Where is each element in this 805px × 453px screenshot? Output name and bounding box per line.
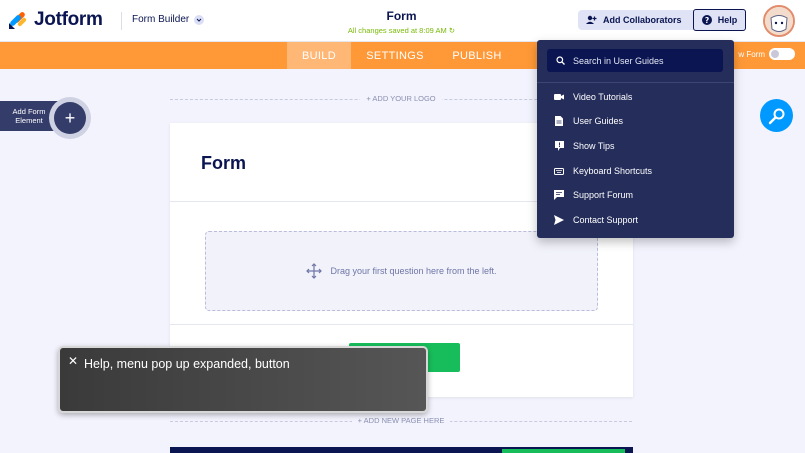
avatar[interactable] [763,5,795,37]
add-user-icon [586,15,597,24]
help-menu: Video Tutorials User Guides Show Tips Ke… [537,40,734,238]
form-builder-label: Form Builder [132,14,190,25]
logo-text: Jotform [34,9,103,30]
preview-label: w Form [738,49,765,59]
send-icon [554,215,564,225]
search-icon [556,56,565,65]
help-item-show-tips[interactable]: Show Tips [554,137,615,155]
help-search-input[interactable] [573,55,713,66]
move-icon [306,263,323,279]
form-title-area: Form All changes saved at 8:09 AM ↻ [300,9,503,35]
question-dropzone[interactable]: Drag your first question here from the l… [205,231,598,311]
ai-assistant-button[interactable] [760,99,793,132]
video-icon [554,92,564,102]
tab-publish[interactable]: PUBLISH [440,42,514,69]
tab-settings[interactable]: SETTINGS [356,42,434,69]
tip-icon [554,141,564,151]
help-item-support-forum[interactable]: Support Forum [554,186,633,204]
chat-icon [554,190,564,200]
add-collaborators-button[interactable]: Add Collaborators [578,10,711,30]
help-search-box[interactable] [547,49,723,72]
help-item-user-guides[interactable]: User Guides [554,112,623,130]
avatar-icon [765,7,793,35]
refresh-icon: ↻ [448,26,456,35]
document-icon [554,116,564,126]
add-collaborators-label: Add Collaborators [603,15,682,25]
jotform-logo-icon [9,12,27,29]
form-builder-dropdown[interactable]: Form Builder [132,14,205,25]
add-new-page-link[interactable]: + ADD NEW PAGE HERE [170,416,632,425]
help-item-keyboard-shortcuts[interactable]: Keyboard Shortcuts [554,162,652,180]
question-icon: ? [701,15,712,25]
tab-build[interactable]: BUILD [287,42,351,69]
top-bar: Jotform Form Builder Form All changes sa… [0,0,805,42]
plus-icon: + [54,102,86,134]
help-item-video-tutorials[interactable]: Video Tutorials [554,88,632,106]
save-status: All changes saved at 8:09 AM ↻ [347,26,456,35]
help-label: Help [717,15,738,25]
jotform-logo[interactable]: Jotform [8,9,103,31]
assistant-icon [768,108,784,124]
chevron-down-icon [194,14,205,25]
close-icon[interactable]: ✕ [68,354,78,368]
card-divider-2 [170,324,633,325]
help-menu-divider [537,82,734,83]
help-item-contact-support[interactable]: Contact Support [554,211,638,229]
preview-toggle-switch[interactable] [769,48,795,60]
svg-text:?: ? [705,16,709,25]
add-page-label: + ADD NEW PAGE HERE [351,416,451,425]
preview-form-toggle[interactable]: w Form [738,48,795,60]
form-heading[interactable]: Form [201,153,246,174]
add-logo-label: + ADD YOUR LOGO [360,94,442,103]
add-element-plus[interactable]: + [49,97,91,139]
thank-you-page-accent [502,449,625,453]
screen-reader-caption: ✕ Help, menu pop up expanded, button [58,346,428,413]
dropzone-text: Drag your first question here from the l… [330,266,497,276]
caption-message: Help, menu pop up expanded, button [84,357,290,371]
form-title: Form [386,9,417,23]
header-divider [121,12,122,30]
help-button[interactable]: ? Help [693,9,746,31]
keyboard-icon [554,166,564,176]
